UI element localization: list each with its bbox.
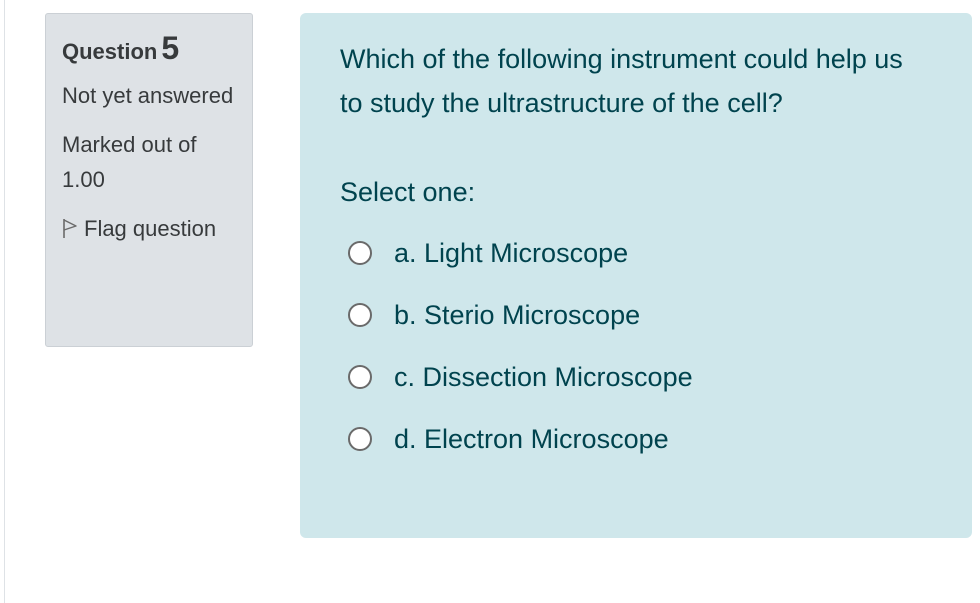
radio-button-c[interactable]	[348, 365, 372, 389]
answer-option-label: a. Light Microscope	[394, 237, 629, 268]
question-formulation: Which of the following instrument could …	[300, 13, 972, 538]
select-prompt: Select one:	[340, 177, 476, 207]
question-text: Which of the following instrument could …	[340, 44, 903, 118]
question-label: Question	[62, 39, 158, 64]
answer-option-label: d. Electron Microscope	[394, 423, 669, 454]
answer-option-label: c. Dissection Microscope	[394, 361, 693, 392]
radio-button-a[interactable]	[348, 241, 372, 265]
radio-button-b[interactable]	[348, 303, 372, 327]
page-left-border	[4, 0, 5, 603]
question-number-heading: Question 5	[62, 30, 236, 70]
flag-icon	[62, 214, 78, 238]
question-number: 5	[161, 30, 180, 66]
answer-options: a. Light Microscope b. Sterio Microscope…	[340, 222, 932, 470]
question-info-panel: Question 5 Not yet answered Marked out of…	[45, 13, 253, 347]
answer-option-a[interactable]: a. Light Microscope	[340, 222, 932, 284]
flag-question-label: Flag question	[84, 216, 217, 241]
answer-option-c[interactable]: c. Dissection Microscope	[340, 346, 932, 408]
question-state: Not yet answered	[62, 83, 234, 108]
answer-option-d[interactable]: d. Electron Microscope	[340, 408, 932, 470]
answer-option-label: b. Sterio Microscope	[394, 299, 641, 330]
answer-option-b[interactable]: b. Sterio Microscope	[340, 284, 932, 346]
radio-button-d[interactable]	[348, 427, 372, 451]
question-grade: Marked out of 1.00	[62, 132, 197, 192]
flag-question-link[interactable]: Flag question	[62, 211, 236, 246]
